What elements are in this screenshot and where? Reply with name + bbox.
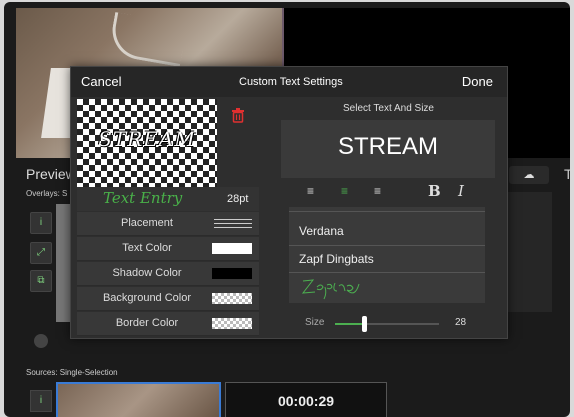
text-entry-label: Text Entry [103, 189, 183, 207]
text-input-field[interactable]: STREAM [281, 120, 495, 178]
preview-label: Preview [26, 166, 76, 182]
italic-button[interactable]: I [458, 182, 464, 200]
border-color-label: Border Color [115, 317, 179, 329]
background-color-label: Background Color [102, 292, 192, 304]
dialog-title: Custom Text Settings [239, 76, 343, 88]
settings-list: Text Entry 28pt Placement Text Color Sha… [77, 187, 259, 336]
font-item-zapf-dingbats[interactable]: Zapf Dingbats [299, 252, 374, 266]
placement-label: Placement [121, 217, 173, 229]
sources-label: Sources: Single-Selection [26, 368, 118, 377]
border-color-row[interactable]: Border Color [77, 312, 259, 336]
text-color-row[interactable]: Text Color [77, 237, 259, 261]
select-text-heading: Select Text And Size [343, 103, 434, 114]
expand-icon[interactable]: ⤢ [30, 242, 52, 264]
size-slider-handle[interactable] [362, 316, 368, 332]
size-slider-fill [335, 323, 365, 325]
size-slider[interactable] [335, 316, 439, 332]
cable-image [107, 11, 188, 68]
list-divider [289, 272, 485, 273]
timer-display: 00:00:29 [225, 382, 387, 417]
size-label: Size [305, 317, 325, 328]
info-icon[interactable]: i [30, 212, 52, 234]
source-thumbnail[interactable] [56, 382, 221, 417]
font-size-pt: 28pt [227, 193, 249, 205]
custom-text-dialog: Cancel Custom Text Settings Done STREAM … [70, 66, 508, 339]
list-divider [289, 211, 485, 212]
bold-button[interactable]: B [428, 182, 441, 200]
preview-stream-text: STREAM [98, 127, 196, 151]
background-color-row[interactable]: Background Color [77, 287, 259, 311]
cloud-upload-button[interactable]: ☁ [509, 166, 549, 184]
placement-lines-icon [214, 219, 252, 231]
font-item-zapfino[interactable] [299, 275, 369, 301]
list-divider [289, 245, 485, 246]
layout-icon[interactable]: ⧉ [30, 270, 52, 292]
cancel-button[interactable]: Cancel [81, 74, 121, 89]
align-center-icon[interactable]: ≡ [341, 184, 348, 198]
text-entry-row[interactable]: Text Entry 28pt [77, 187, 259, 211]
dialog-titlebar: Cancel Custom Text Settings Done [71, 67, 507, 97]
overlays-label: Overlays: S [26, 189, 68, 198]
shadow-color-label: Shadow Color [112, 267, 182, 279]
source-info-icon[interactable]: i [30, 390, 52, 412]
trash-icon[interactable] [231, 107, 245, 123]
text-color-swatch [212, 243, 252, 254]
font-list[interactable]: Verdana Zapf Dingbats [289, 207, 485, 303]
settings-icon[interactable] [34, 334, 48, 348]
placement-row[interactable]: Placement [77, 212, 259, 236]
background-color-swatch [212, 293, 252, 304]
text-color-label: Text Color [122, 242, 172, 254]
text-preview-canvas: STREAM [77, 99, 217, 187]
sample-text: STREAM [337, 133, 438, 160]
align-left-icon[interactable]: ≡ [307, 184, 314, 198]
shadow-color-swatch [212, 268, 252, 279]
done-button[interactable]: Done [462, 74, 493, 89]
align-right-icon[interactable]: ≡ [374, 184, 381, 198]
size-value: 28 [455, 317, 467, 328]
font-item-verdana[interactable]: Verdana [299, 224, 344, 238]
cloud-icon: ☁ [523, 169, 535, 181]
border-color-swatch [212, 318, 252, 329]
shadow-color-row[interactable]: Shadow Color [77, 262, 259, 286]
right-panel-label: T [564, 166, 570, 182]
